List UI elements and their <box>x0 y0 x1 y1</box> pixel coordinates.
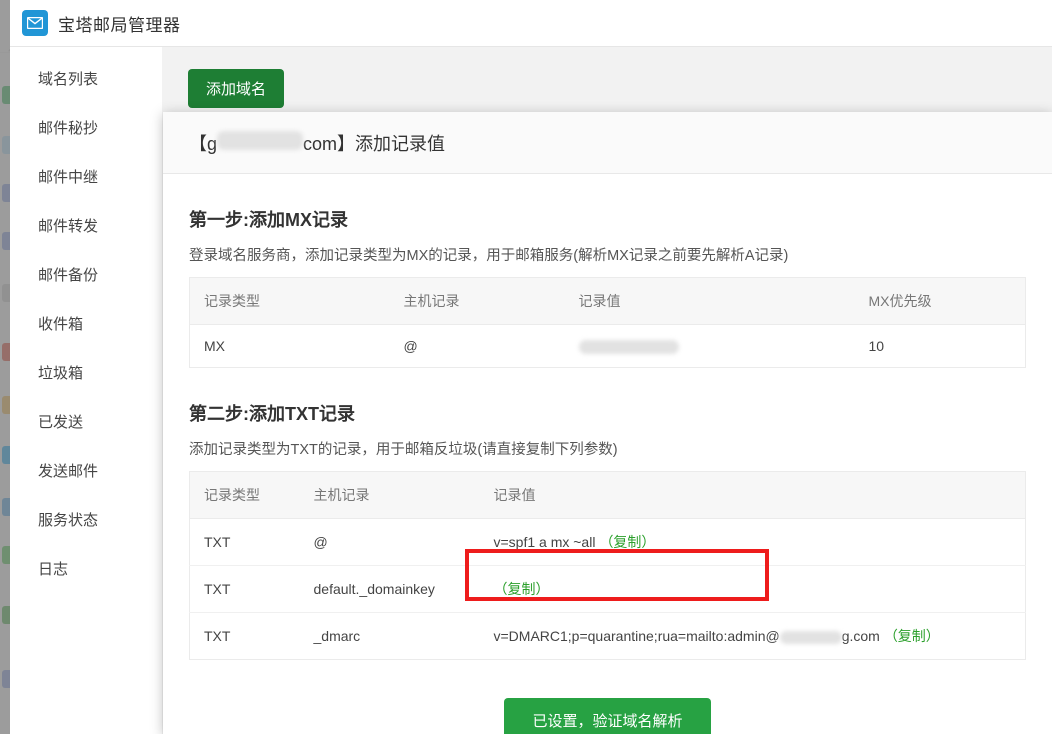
dmarc-value-suffix: g.com <box>841 628 880 645</box>
dialog-title: 【g com 】添加记录值 <box>189 130 445 156</box>
cell-host: @ <box>299 518 480 567</box>
dialog-body: 第一步:添加MX记录 登录域名服务商，添加记录类型为MX的记录，用于邮箱服务(解… <box>163 174 1052 734</box>
sidebar-item-label: 已发送 <box>38 414 84 431</box>
column-header-record-type: 记录类型 <box>189 277 390 325</box>
sidebar-item-label: 邮件转发 <box>38 218 99 235</box>
sidebar: 域名列表 邮件秘抄 邮件中继 邮件转发 邮件备份 收件箱 垃圾箱 已发送 发送邮… <box>10 47 162 734</box>
cell-host: @ <box>403 338 418 355</box>
redacted-dmarc-domain <box>779 631 842 645</box>
verify-domain-resolution-button[interactable]: 已设置，验证域名解析 <box>504 698 711 734</box>
cell-record-value: v=DMARC1;p=quarantine;rua=mailto:admin@ g… <box>480 613 1026 660</box>
sidebar-item-mail-forward[interactable]: 邮件转发 <box>10 201 162 250</box>
cell-record-value: （复制） <box>479 565 1026 614</box>
table-row-dkim: TXT default._domainkey （复制） <box>189 565 1026 614</box>
column-header-host: 主机记录 <box>389 277 565 325</box>
sidebar-item-trash[interactable]: 垃圾箱 <box>10 348 162 397</box>
txt-record-table: 记录类型 主机记录 记录值 TXT @ v=spf1 a mx ~all （复制）… <box>189 471 1026 661</box>
cell-record-type: MX <box>204 338 225 355</box>
copy-link-dmarc[interactable]: （复制） <box>884 628 940 644</box>
sidebar-item-label: 服务状态 <box>38 512 99 529</box>
column-header-mx-priority: MX优先级 <box>854 277 1026 325</box>
sidebar-item-label: 域名列表 <box>38 71 99 88</box>
dialog-title-domain-end: com <box>303 133 338 154</box>
dialog-title-suffix: 】添加记录值 <box>337 133 446 154</box>
mx-record-table: 记录类型 主机记录 记录值 MX优先级 MX @ 10 <box>189 277 1026 369</box>
sidebar-item-label: 发送邮件 <box>38 463 99 480</box>
sidebar-item-logs[interactable]: 日志 <box>10 544 162 593</box>
dialog-title-domain-start: g <box>207 133 218 154</box>
column-header-value: 记录值 <box>564 277 855 325</box>
sidebar-item-label: 垃圾箱 <box>38 365 84 382</box>
table-header-row: 记录类型 主机记录 记录值 MX优先级 <box>189 277 1026 325</box>
dialog-title-prefix: 【 <box>189 133 207 154</box>
cell-mx-priority: 10 <box>868 338 885 355</box>
step2-description: 添加记录类型为TXT的记录，用于邮箱反垃圾(请直接复制下列参数) <box>189 442 618 459</box>
cell-record-type: TXT <box>189 565 300 614</box>
sidebar-item-label: 日志 <box>38 561 69 578</box>
step1-description: 登录域名服务商，添加记录类型为MX的记录，用于邮箱服务(解析MX记录之前要先解析… <box>189 248 789 264</box>
table-header-row: 记录类型 主机记录 记录值 <box>189 471 1026 520</box>
spf-value-text: v=spf1 a mx ~all <box>493 534 596 551</box>
sidebar-item-send-mail[interactable]: 发送邮件 <box>10 446 162 495</box>
add-record-dialog: 【g com 】添加记录值 第一步:添加MX记录 登录域名服务商，添加记录类型为MX… <box>163 112 1052 734</box>
sidebar-item-label: 收件箱 <box>38 316 84 333</box>
step2-heading: 第二步:添加TXT记录 <box>189 404 355 425</box>
column-header-record-type: 记录类型 <box>189 471 300 520</box>
copy-link-dkim[interactable]: （复制） <box>494 581 550 597</box>
titlebar: 宝塔邮局管理器 <box>10 0 1052 47</box>
column-header-value: 记录值 <box>479 471 1026 520</box>
sidebar-item-label: 邮件中继 <box>38 169 99 186</box>
table-row-dmarc: TXT _dmarc v=DMARC1;p=quarantine;rua=mai… <box>190 613 1026 660</box>
step1-heading: 第一步:添加MX记录 <box>189 210 348 230</box>
table-row: MX @ 10 <box>190 325 1026 368</box>
sidebar-item-domain-list[interactable]: 域名列表 <box>10 54 162 103</box>
sidebar-item-inbox[interactable]: 收件箱 <box>10 299 162 348</box>
sidebar-item-label: 邮件备份 <box>38 267 99 284</box>
sidebar-item-label: 邮件秘抄 <box>38 120 99 137</box>
cell-host: default._domainkey <box>299 565 480 614</box>
table-row-spf: TXT @ v=spf1 a mx ~all （复制） <box>189 518 1026 567</box>
mail-envelope-icon <box>22 10 48 36</box>
sidebar-item-service-status[interactable]: 服务状态 <box>10 495 162 544</box>
dialog-header: 【g com 】添加记录值 <box>163 112 1052 174</box>
sidebar-item-mail-backup[interactable]: 邮件备份 <box>10 250 162 299</box>
add-domain-button[interactable]: 添加域名 <box>188 69 285 108</box>
dmarc-value-prefix: v=DMARC1;p=quarantine;rua=mailto:admin@ <box>493 628 780 645</box>
verify-button-wrapper: 已设置，验证域名解析 <box>189 698 1026 734</box>
sidebar-item-sent[interactable]: 已发送 <box>10 397 162 446</box>
sidebar-item-mail-relay[interactable]: 邮件中继 <box>10 152 162 201</box>
sidebar-item-mail-bcc[interactable]: 邮件秘抄 <box>10 103 162 152</box>
column-header-host: 主机记录 <box>299 471 480 520</box>
app-title: 宝塔邮局管理器 <box>58 15 181 35</box>
cell-host: _dmarc <box>313 628 361 645</box>
cell-record-type: TXT <box>189 518 300 567</box>
redacted-domain <box>217 130 304 150</box>
redacted-mx-value <box>578 340 679 355</box>
cell-record-value: v=spf1 a mx ~all （复制） <box>479 518 1026 567</box>
cell-record-type: TXT <box>204 628 231 645</box>
copy-link-spf[interactable]: （复制） <box>599 534 655 550</box>
cell-record-value <box>565 325 855 368</box>
